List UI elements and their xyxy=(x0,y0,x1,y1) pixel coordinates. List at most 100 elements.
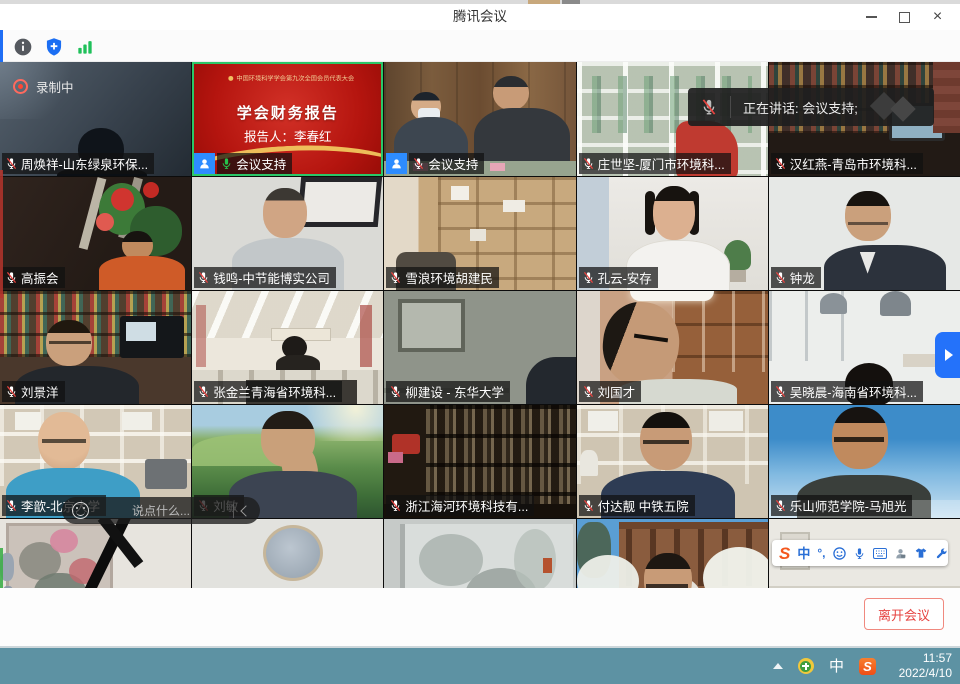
participant-namebar: 会议支持 xyxy=(386,153,484,174)
video-tile-t11[interactable]: 录制中周焕祥-山东绿泉环保... xyxy=(0,62,191,176)
participant-name: 钱鸣-中节能博实公司 xyxy=(213,268,330,287)
divider xyxy=(730,96,731,118)
maximize-icon xyxy=(899,12,910,23)
close-icon: × xyxy=(933,9,942,25)
toast-mic-muted-icon[interactable] xyxy=(688,98,730,116)
video-tile-t25[interactable]: 钟龙 xyxy=(769,177,960,290)
participant-name: 张金兰青海省环境科... xyxy=(213,382,336,401)
video-tile-t21[interactable]: 高振会 xyxy=(0,177,191,290)
background-window-sliver xyxy=(0,548,3,588)
tencent-meeting-window: 腾讯会议 × 37:59 宫格视图 录制中周焕祥-山东绿泉环保 xyxy=(0,0,960,684)
taskbar-clock[interactable]: 11:57 2022/4/10 xyxy=(899,651,952,681)
participant-namebar: 刘国才 xyxy=(579,381,642,402)
participant-name: 付达靓 中铁五院 xyxy=(598,496,689,515)
participant-namebar: 会议支持 xyxy=(194,153,292,174)
mic-muted-icon xyxy=(197,271,210,284)
participant-namebar: 雪浪环境胡建民 xyxy=(386,267,499,288)
mic-muted-icon xyxy=(5,157,18,170)
background-window-sliver xyxy=(0,30,3,62)
toolbox-icon[interactable] xyxy=(935,547,948,560)
sogou-logo-icon[interactable]: S xyxy=(779,545,790,562)
mic-muted-icon xyxy=(412,157,425,170)
slide-emblem-icon xyxy=(229,76,234,81)
mic-muted-icon xyxy=(774,271,787,284)
sogou-tray-icon[interactable]: S xyxy=(859,658,876,675)
close-button[interactable]: × xyxy=(921,4,954,30)
leave-meeting-button[interactable]: 离开会议 xyxy=(864,598,944,630)
video-tile-t12[interactable]: 中国环境科学学会第九次全国会员代表大会学会财务报告报告人：李春红会议支持 xyxy=(192,62,383,176)
speaking-toast: 正在讲话: 会议支持; xyxy=(688,88,934,126)
mic-muted-icon xyxy=(389,271,402,284)
network-quality-button[interactable] xyxy=(74,36,96,58)
speaking-toast-text: 正在讲话: 会议支持; xyxy=(743,98,858,117)
windows-taskbar: 中 S 11:57 2022/4/10 xyxy=(0,648,960,684)
participant-name: 会议支持 xyxy=(236,154,286,173)
divider xyxy=(233,504,234,518)
slide-header: 中国环境科学学会第九次全国会员代表大会 xyxy=(229,73,348,82)
window-title: 腾讯会议 xyxy=(0,4,960,30)
participant-namebar: 孔云-安存 xyxy=(579,267,658,288)
participant-name: 乐山师范学院-马旭光 xyxy=(790,496,907,515)
participant-namebar: 浙江海河环境科技有... xyxy=(386,495,534,516)
system-tray: 中 S xyxy=(773,648,876,684)
participant-name: 雪浪环境胡建民 xyxy=(405,268,493,287)
clock-time: 11:57 xyxy=(899,651,952,666)
slide-title: 学会财务报告 xyxy=(192,102,383,123)
meeting-status-bar: 37:59 宫格视图 xyxy=(0,30,960,62)
participant-namebar: 钱鸣-中节能博实公司 xyxy=(194,267,336,288)
emoji-icon[interactable] xyxy=(72,502,89,519)
mic-muted-icon xyxy=(5,385,18,398)
keyboard-icon[interactable] xyxy=(873,548,887,559)
title-bar: 腾讯会议 xyxy=(0,4,960,30)
next-page-button[interactable] xyxy=(935,332,960,378)
video-tile-t22[interactable]: 钱鸣-中节能博实公司 xyxy=(192,177,383,290)
host-badge-icon xyxy=(194,153,215,174)
window-controls: × xyxy=(855,4,954,30)
participant-namebar: 汉红燕-青岛市环境科... xyxy=(771,153,923,174)
participant-namebar: 庄世坚-厦门市环境科... xyxy=(579,153,731,174)
voice-icon[interactable] xyxy=(853,547,866,560)
video-tile-t45[interactable]: 乐山师范学院-马旭光 xyxy=(769,405,960,518)
profile-icon[interactable] xyxy=(894,547,907,560)
meeting-info-button[interactable] xyxy=(12,36,34,58)
skin-icon[interactable] xyxy=(914,547,928,559)
video-tile-t34[interactable]: 刘国才 xyxy=(577,291,768,404)
video-tile-t31[interactable]: 刘景洋 xyxy=(0,291,191,404)
video-tile-t32[interactable]: 张金兰青海省环境科... xyxy=(192,291,383,404)
participant-namebar: 高振会 xyxy=(2,267,65,288)
safety-icon[interactable] xyxy=(798,658,814,674)
video-tile-t23[interactable]: 雪浪环境胡建民 xyxy=(384,177,575,290)
video-tile-t33[interactable]: 柳建设 - 东华大学 xyxy=(384,291,575,404)
video-tile-t24[interactable]: 孔云-安存 xyxy=(577,177,768,290)
participant-name: 钟龙 xyxy=(790,268,815,287)
participant-name: 庄世坚-厦门市环境科... xyxy=(598,154,725,173)
video-tile-t43[interactable]: 浙江海河环境科技有... xyxy=(384,405,575,518)
tray-expand-icon[interactable] xyxy=(773,663,783,669)
participant-namebar: 柳建设 - 东华大学 xyxy=(386,381,510,402)
info-icon xyxy=(13,37,33,57)
emoji-icon[interactable] xyxy=(833,547,846,560)
slide-subtitle: 报告人：李春红 xyxy=(192,126,383,145)
punctuation-icon[interactable]: °, xyxy=(817,547,825,559)
video-tile-t35[interactable]: 吴晓晨-海南省环境科... xyxy=(769,291,960,404)
minimize-icon xyxy=(866,16,877,18)
chat-input-placeholder[interactable]: 说点什么... xyxy=(97,502,225,519)
sogou-input-bar[interactable]: S 中 °, xyxy=(772,540,948,566)
shield-icon xyxy=(44,37,64,57)
mic-muted-icon xyxy=(582,271,595,284)
maximize-button[interactable] xyxy=(888,4,921,30)
mic-muted-icon xyxy=(5,271,18,284)
collapse-chevron-icon[interactable] xyxy=(240,505,251,516)
participant-name: 吴晓晨-海南省环境科... xyxy=(790,382,917,401)
meeting-security-button[interactable] xyxy=(43,36,65,58)
clock-date: 2022/4/10 xyxy=(899,666,952,681)
chinese-mode-icon[interactable]: 中 xyxy=(797,547,810,560)
minimize-button[interactable] xyxy=(855,4,888,30)
ime-zh-indicator[interactable]: 中 xyxy=(829,659,844,674)
video-tile-t44[interactable]: 付达靓 中铁五院 xyxy=(577,405,768,518)
mic-muted-icon xyxy=(774,499,787,512)
mic-muted-icon xyxy=(582,385,595,398)
participant-name: 刘国才 xyxy=(598,382,636,401)
video-tile-t13[interactable]: 会议支持 xyxy=(384,62,575,176)
quick-chat-widget[interactable]: 说点什么... xyxy=(62,497,260,524)
